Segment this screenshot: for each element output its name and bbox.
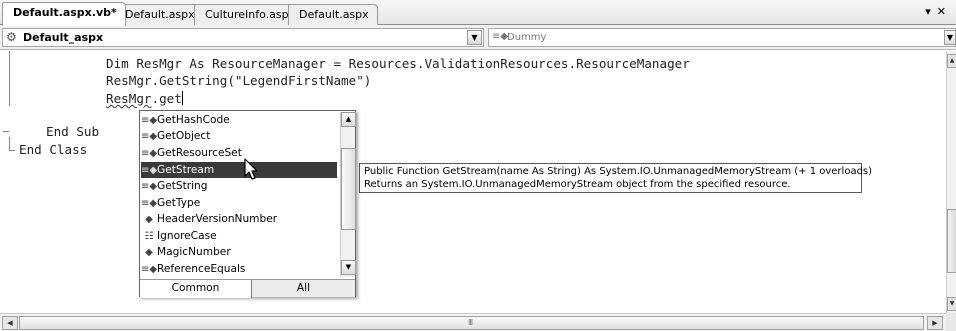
- completion-item-label: GetStream: [157, 164, 215, 176]
- completion-item[interactable]: ◆ HeaderVersionNumber: [141, 211, 337, 227]
- tab-all[interactable]: All: [252, 280, 355, 298]
- method-icon: ≡◆: [141, 181, 158, 192]
- scroll-down-icon[interactable]: ▼: [341, 260, 356, 275]
- horizontal-scrollbar[interactable]: ◀ III ▶: [0, 313, 946, 331]
- field-icon: ◆: [145, 247, 153, 258]
- completion-item[interactable]: ≡◆GetType: [141, 195, 337, 211]
- code-line: ResMgr.get: [106, 91, 183, 106]
- scroll-thumb[interactable]: [947, 209, 956, 273]
- vertical-scrollbar[interactable]: ▲ ▼: [946, 51, 956, 313]
- window-list-dropdown-icon[interactable]: ▾: [925, 5, 937, 18]
- scroll-thumb[interactable]: [341, 148, 356, 230]
- method-icon: ≡◆: [141, 115, 158, 126]
- completion-item-label: IgnoreCase: [157, 230, 217, 242]
- scroll-down-icon[interactable]: ▼: [947, 297, 956, 311]
- code-fragment: .get: [151, 91, 182, 106]
- tab-default-aspx-vb[interactable]: Default.aspx.vb*: [2, 2, 126, 26]
- scroll-grip: III: [468, 318, 473, 327]
- completion-item-label: GetHashCode: [157, 114, 230, 126]
- code-line: ResMgr.GetString("LegendFirstName"): [106, 73, 372, 88]
- completion-item-label: GetResourceSet: [157, 147, 242, 159]
- completion-item[interactable]: ≡◆GetHashCode: [141, 112, 337, 128]
- outline-guide: [9, 51, 10, 106]
- tab-default-aspx-2[interactable]: Default.aspx: [288, 4, 378, 25]
- completion-item[interactable]: ≡◆GetObject: [141, 128, 337, 144]
- tabstrip-controls: ▾✕: [925, 5, 952, 18]
- completion-item[interactable]: ≡◆GetString: [141, 178, 337, 194]
- property-icon: ☷: [144, 231, 154, 242]
- method-name-combo[interactable]: ≡◆ Dummy ▼: [488, 28, 956, 47]
- completion-item-label: MagicNumber: [157, 246, 231, 258]
- method-name-value: Dummy: [507, 32, 547, 43]
- error-squiggle: ResMgr: [106, 91, 152, 106]
- tab-default-aspx[interactable]: Default.aspx: [114, 4, 204, 25]
- outline-guide: [3, 131, 9, 132]
- completion-item-label: GetType: [157, 197, 201, 209]
- class-icon: ⚙: [6, 30, 17, 44]
- code-line: Dim ResMgr As ResourceManager = Resource…: [106, 56, 690, 71]
- navigation-bar: ⚙ Default_aspx ▼ ≡◆ Dummy ▼: [0, 25, 956, 50]
- field-icon: ◆: [145, 214, 153, 225]
- completion-item-label: GetString: [157, 180, 208, 192]
- scroll-thumb[interactable]: III: [19, 316, 924, 330]
- completion-item-label: GetObject: [157, 130, 211, 142]
- completion-item-label: ReferenceEquals: [157, 263, 246, 275]
- method-icon: ≡◆: [141, 264, 158, 275]
- outline-guide: [9, 150, 15, 151]
- method-icon: ≡◆: [141, 148, 158, 159]
- completion-items: ≡◆GetHashCode ≡◆GetObject ≡◆GetResourceS…: [140, 111, 339, 277]
- tooltip-description: Returns an System.IO.UnmanagedMemoryStre…: [364, 178, 791, 190]
- completion-scrollbar[interactable]: ▲ ▼: [340, 112, 356, 277]
- intellisense-completion-list[interactable]: ≡◆GetHashCode ≡◆GetObject ≡◆GetResourceS…: [139, 110, 356, 298]
- completion-item[interactable]: ◆ MagicNumber: [141, 244, 337, 260]
- close-document-icon[interactable]: ✕: [937, 5, 952, 18]
- completion-item-selected[interactable]: ≡◆GetStream: [141, 162, 337, 178]
- code-line: End Class: [19, 142, 88, 157]
- text-caret: [181, 91, 183, 105]
- class-name-combo[interactable]: ⚙ Default_aspx ▼: [2, 28, 484, 47]
- scroll-left-icon[interactable]: ◀: [2, 316, 18, 330]
- code-editor-window: Default.aspx.vb* Default.aspx CultureInf…: [0, 0, 956, 331]
- scroll-up-icon[interactable]: ▲: [341, 112, 356, 127]
- method-icon: ≡◆: [141, 131, 158, 142]
- scroll-up-icon[interactable]: ▲: [947, 54, 956, 68]
- completion-item[interactable]: ☷ IgnoreCase: [141, 228, 337, 244]
- completion-filter-tabs: Common All: [140, 279, 355, 298]
- scroll-right-icon[interactable]: ▶: [927, 316, 943, 330]
- quick-info-tooltip: Public Function GetStream(name As String…: [359, 163, 873, 193]
- tab-common[interactable]: Common: [140, 280, 252, 298]
- method-icon: ≡◆: [141, 165, 158, 176]
- chevron-down-icon[interactable]: ▼: [467, 30, 482, 45]
- completion-item[interactable]: ≡◆ReferenceEquals: [141, 261, 337, 277]
- scrollbar-corner: [946, 313, 956, 331]
- completion-item[interactable]: ≡◆GetResourceSet: [141, 145, 337, 161]
- method-icon: ≡◆: [492, 31, 509, 42]
- code-line: End Sub: [46, 124, 100, 139]
- tooltip-signature: Public Function GetStream(name As String…: [364, 166, 873, 177]
- mouse-pointer-icon: [244, 158, 258, 180]
- class-name-value: Default_aspx: [23, 31, 104, 44]
- document-tabstrip: Default.aspx.vb* Default.aspx CultureInf…: [0, 0, 956, 26]
- method-icon: ≡◆: [141, 198, 158, 209]
- outline-guide: [9, 137, 10, 151]
- chevron-down-icon[interactable]: ▼: [944, 30, 956, 45]
- completion-item-label: HeaderVersionNumber: [157, 213, 278, 225]
